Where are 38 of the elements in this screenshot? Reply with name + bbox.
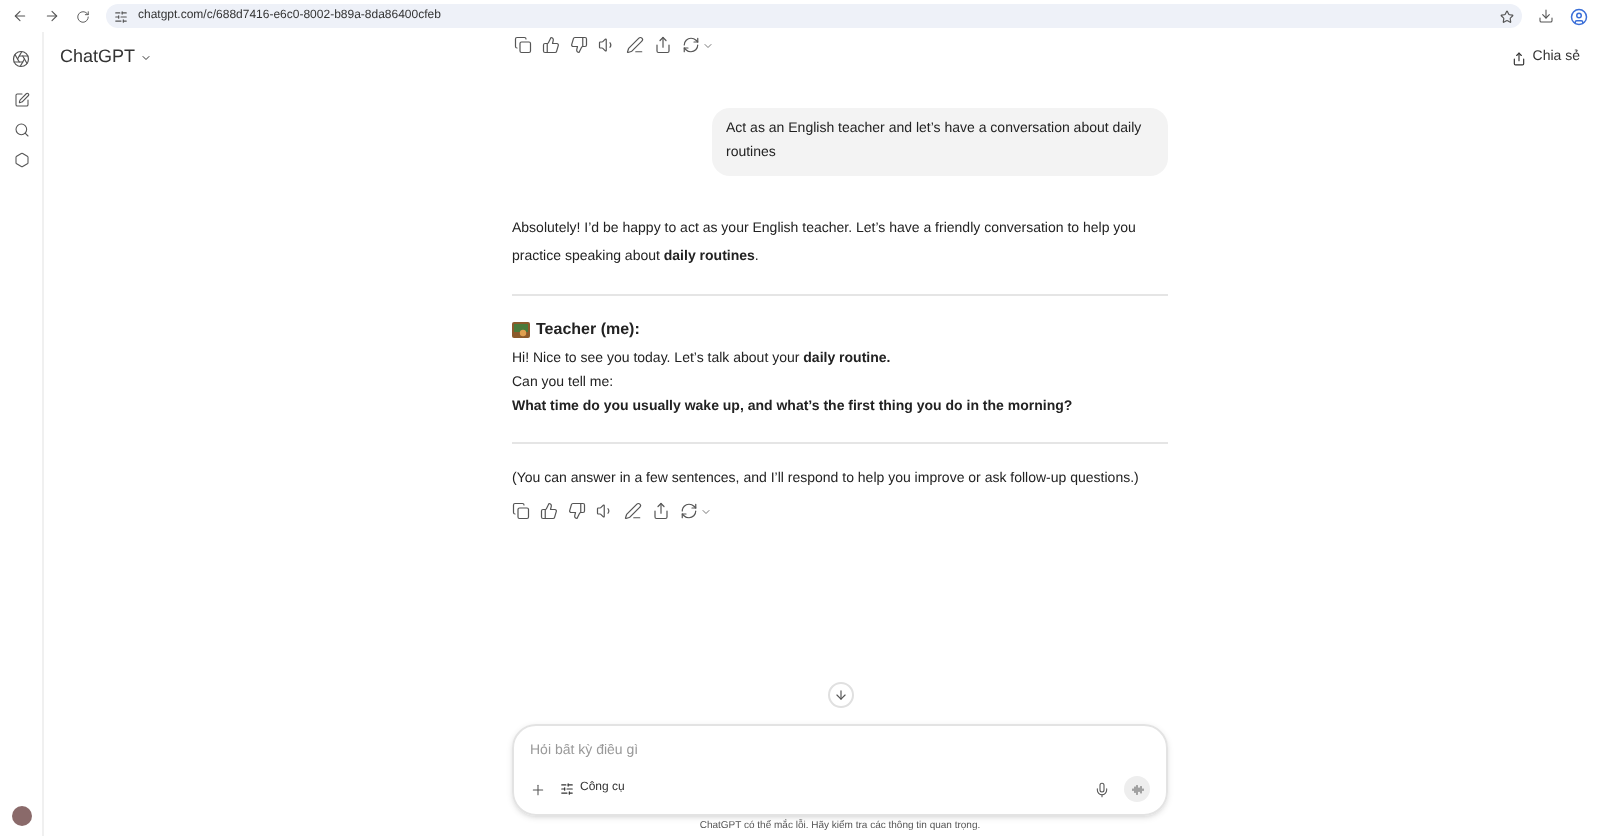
share-icon	[1512, 51, 1527, 65]
bookmark-star-icon[interactable]	[1500, 9, 1514, 23]
refresh-icon[interactable]	[680, 502, 698, 520]
search-icon[interactable]	[13, 122, 29, 138]
thumbs-down-icon[interactable]	[570, 36, 588, 54]
pen-icon[interactable]	[626, 36, 644, 54]
scroll-down-button[interactable]	[827, 682, 853, 708]
audio-wave-icon	[1131, 783, 1143, 795]
arrow-down-icon	[833, 688, 847, 702]
speaker-icon[interactable]	[598, 36, 616, 54]
thumbs-up-icon[interactable]	[540, 502, 558, 520]
logo-icon[interactable]	[12, 50, 30, 68]
site-settings-icon[interactable]	[114, 9, 128, 23]
model-selector[interactable]: ChatGPT	[60, 44, 152, 72]
share-icon[interactable]	[652, 502, 670, 520]
reload-icon[interactable]	[76, 9, 90, 23]
copy-icon[interactable]	[514, 36, 532, 54]
speaker-icon[interactable]	[596, 502, 614, 520]
back-icon[interactable]	[12, 8, 28, 24]
pen-icon[interactable]	[624, 502, 642, 520]
microphone-icon[interactable]	[1094, 781, 1110, 797]
share-icon[interactable]	[654, 36, 672, 54]
plus-icon[interactable]	[530, 781, 546, 797]
message-heading: Teacher (me):	[536, 318, 640, 342]
thumbs-down-icon[interactable]	[568, 502, 586, 520]
voice-mode-button[interactable]	[1124, 776, 1150, 802]
forward-icon[interactable]	[44, 8, 60, 24]
avatar[interactable]	[11, 806, 31, 826]
copy-icon[interactable]	[512, 502, 530, 520]
hexagon-icon[interactable]	[13, 152, 29, 168]
thumbs-up-icon[interactable]	[542, 36, 560, 54]
profile-icon[interactable]	[1570, 7, 1588, 25]
teacher-icon	[512, 322, 530, 338]
new-chat-icon[interactable]	[13, 92, 29, 108]
chevron-down-icon	[139, 52, 152, 64]
refresh-icon[interactable]	[682, 36, 700, 54]
sliders-icon	[560, 782, 574, 796]
download-icon[interactable]	[1538, 8, 1554, 24]
